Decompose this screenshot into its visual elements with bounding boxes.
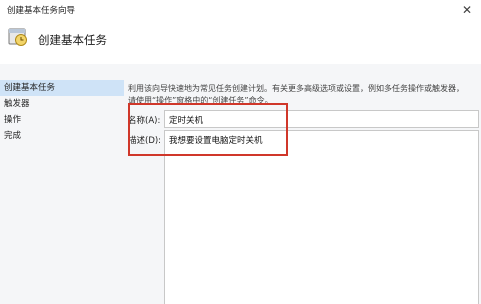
wizard-body: 创建基本任务 触发器 操作 完成 利用该向导快速地为常见任务创建计划。有关更多高… xyxy=(0,64,481,304)
close-icon[interactable]: ✕ xyxy=(459,2,475,18)
intro-text: 利用该向导快速地为常见任务创建计划。有关更多高级选项或设置，例如多任务操作或触发… xyxy=(128,84,464,105)
window-title: 创建基本任务向导 xyxy=(7,6,76,16)
step-finish[interactable]: 完成 xyxy=(0,128,124,144)
wizard-window: 创建基本任务向导 ✕ 创建基本任务 创建基本任务 触发器 操作 完成 利用该向导… xyxy=(0,0,481,304)
description-label: 描述(D): xyxy=(128,136,162,146)
wizard-content: 利用该向导快速地为常见任务创建计划。有关更多高级选项或设置，例如多任务操作或触发… xyxy=(124,79,481,304)
name-field[interactable]: 定时关机 xyxy=(164,110,479,128)
step-trigger[interactable]: 触发器 xyxy=(0,96,124,112)
wizard-header: 创建基本任务 xyxy=(0,20,481,64)
step-action[interactable]: 操作 xyxy=(0,112,124,128)
title-bar: 创建基本任务向导 ✕ xyxy=(0,0,481,20)
description-field[interactable]: 我想要设置电脑定时关机 xyxy=(164,130,479,304)
name-label: 名称(A): xyxy=(128,116,161,126)
task-scheduler-icon xyxy=(8,28,27,46)
wizard-page-title: 创建基本任务 xyxy=(38,33,107,47)
step-list: 创建基本任务 触发器 操作 完成 xyxy=(0,80,124,144)
step-create-basic-task[interactable]: 创建基本任务 xyxy=(0,80,124,96)
